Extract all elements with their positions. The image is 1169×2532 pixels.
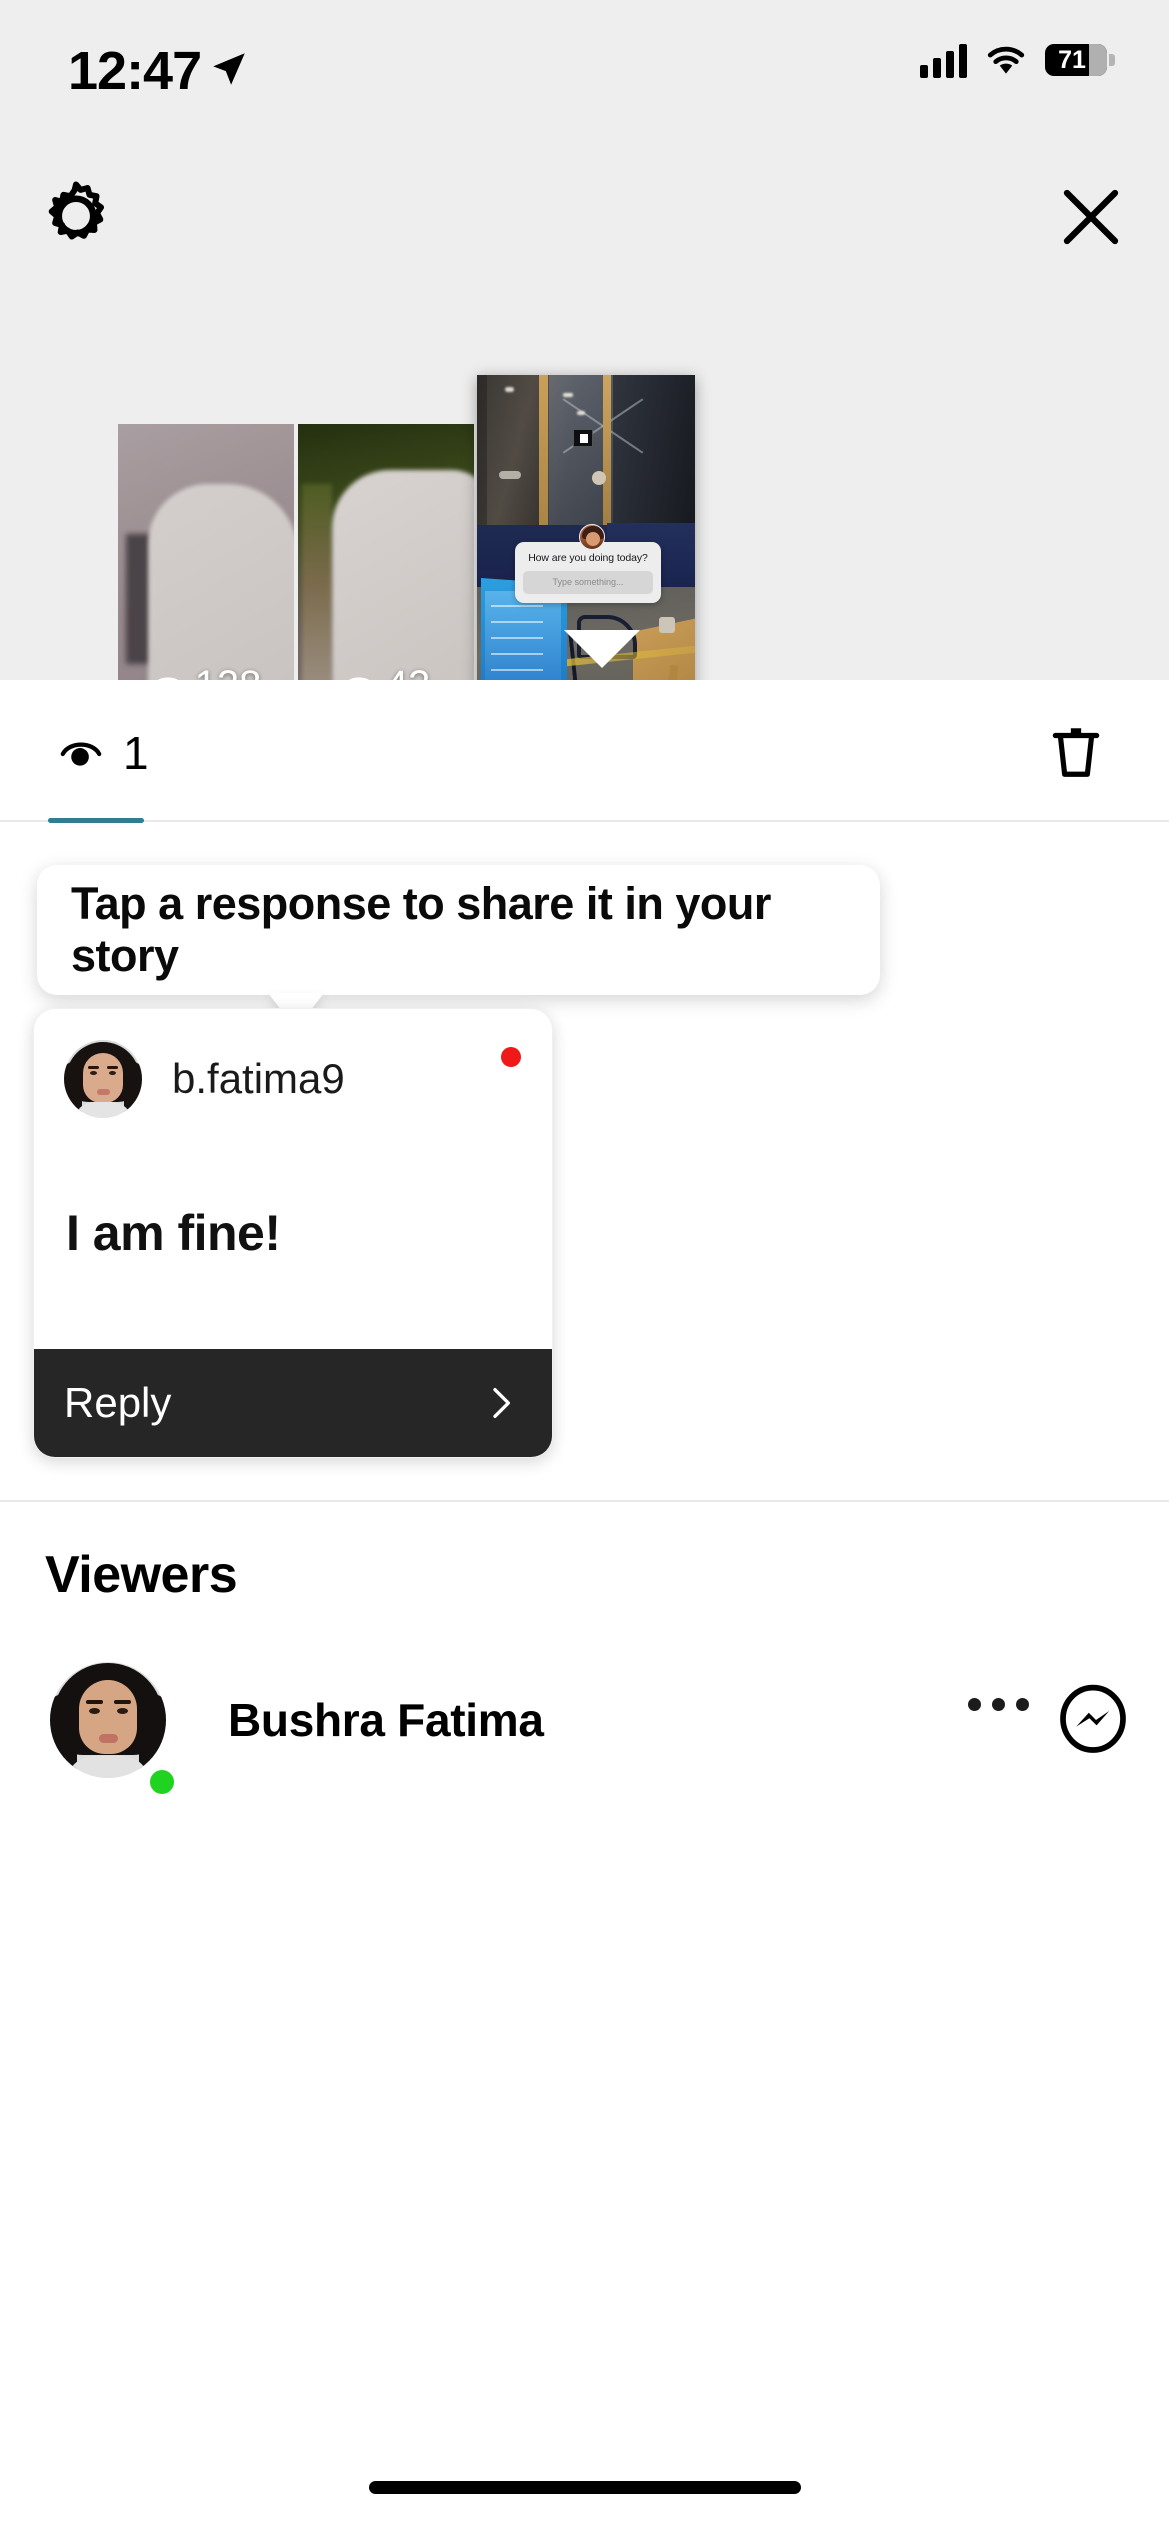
active-thumbnail-pointer — [564, 630, 640, 668]
ellipsis-icon[interactable] — [968, 1698, 1029, 1711]
trash-icon[interactable] — [1045, 720, 1107, 782]
response-card-header: b.fatima9 — [34, 1009, 552, 1149]
viewer-avatar[interactable] — [50, 1662, 166, 1778]
views-summary-bar: 1 — [0, 680, 1169, 820]
viewer-list-item[interactable]: Bushra Fatima — [0, 1650, 1169, 1798]
wifi-icon — [987, 46, 1025, 74]
status-bar-time: 12:47 — [68, 41, 202, 101]
unread-indicator-dot — [501, 1047, 521, 1067]
online-status-indicator — [146, 1766, 178, 1798]
tooltip-text: Tap a response to share it in your story — [71, 878, 771, 981]
question-sticker-input[interactable]: Type something... — [523, 571, 653, 594]
question-sticker-text: How are you doing today? — [528, 552, 648, 564]
responder-username[interactable]: b.fatima9 — [172, 1055, 345, 1103]
story-response-card[interactable]: b.fatima9 I am fine! Reply — [33, 1008, 553, 1458]
views-count-group[interactable]: 1 — [58, 726, 149, 780]
share-response-tooltip: Tap a response to share it in your story — [37, 865, 880, 995]
story-sticker-avatar — [579, 524, 605, 550]
active-tab-indicator — [48, 818, 144, 823]
divider — [0, 1500, 1169, 1502]
response-message-text: I am fine! — [66, 1205, 281, 1261]
cellular-signal-icon — [920, 42, 967, 78]
question-sticker[interactable]: How are you doing today? Type something.… — [515, 524, 661, 603]
viewer-name[interactable]: Bushra Fatima — [228, 1693, 544, 1747]
responder-avatar — [64, 1040, 142, 1118]
chevron-right-icon — [493, 1388, 510, 1418]
viewers-section-title: Viewers — [45, 1546, 238, 1604]
location-arrow-icon — [213, 53, 245, 85]
views-count-value: 1 — [123, 727, 149, 779]
reply-button-label: Reply — [64, 1379, 172, 1426]
story-thumbnail-carousel[interactable]: 128 42 — [0, 135, 1169, 765]
battery-icon: 71 — [1045, 44, 1115, 76]
story-insights-screen: 12:47 71 How are you doing today? Type s… — [0, 0, 1169, 2532]
story-thumbnail[interactable]: 42 — [298, 424, 474, 714]
eye-icon — [60, 742, 102, 766]
status-bar: 12:47 71 — [0, 0, 1169, 135]
reply-button[interactable]: Reply — [34, 1349, 552, 1457]
story-thumbnail[interactable]: 128 — [118, 424, 294, 714]
status-bar-indicators: 71 — [920, 42, 1115, 78]
home-indicator — [368, 2481, 801, 2494]
messenger-icon[interactable] — [1057, 1684, 1129, 1756]
divider — [0, 820, 1169, 822]
story-carousel-panel: 128 42 — [0, 135, 1169, 765]
